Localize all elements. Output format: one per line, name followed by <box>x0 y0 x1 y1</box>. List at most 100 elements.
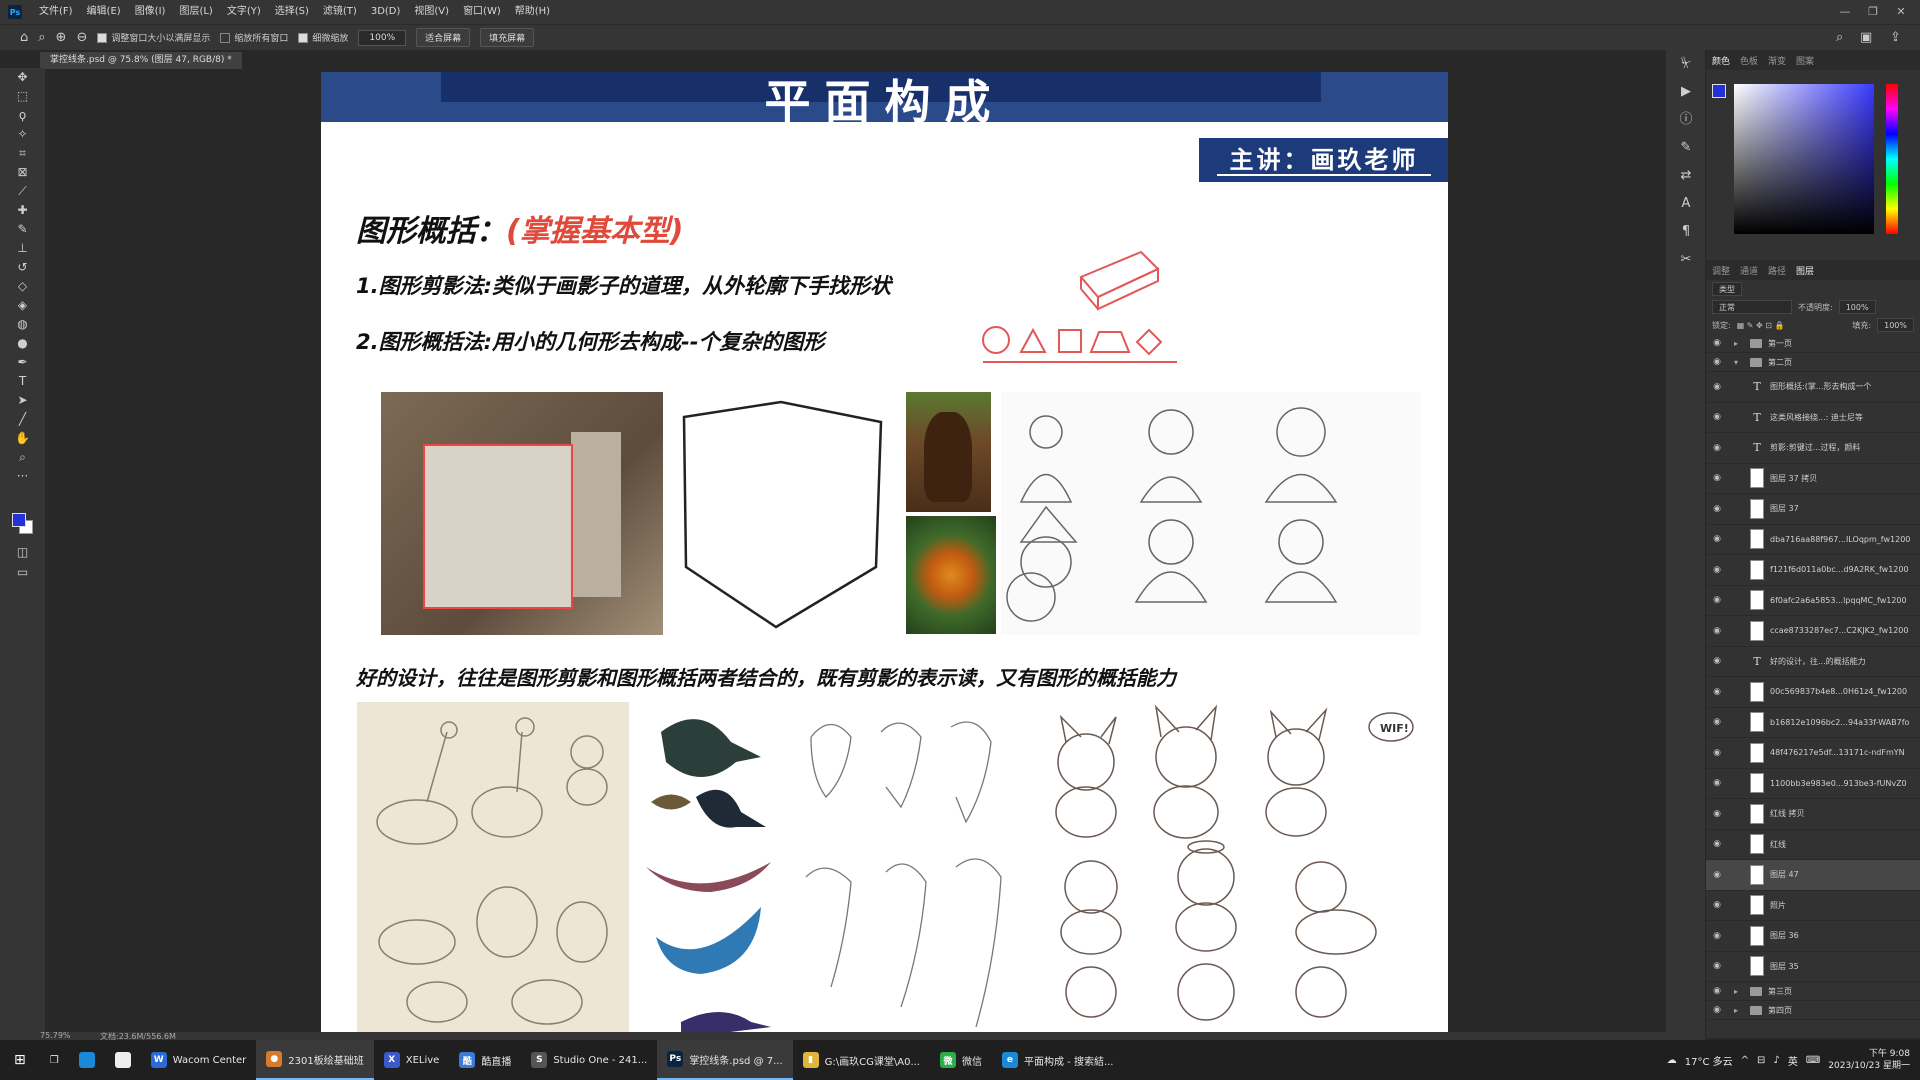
character-icon[interactable]: A <box>1666 190 1706 218</box>
info-icon[interactable]: ⓘ <box>1666 106 1706 134</box>
taskbar-app[interactable]: S Studio One - 241... <box>521 1040 657 1080</box>
visibility-eye-icon[interactable]: ◉ <box>1706 717 1728 727</box>
adjustments-icon[interactable]: ⇄ <box>1666 162 1706 190</box>
layer-row[interactable]: ◉ 图层 47 <box>1706 860 1920 891</box>
visibility-eye-icon[interactable]: ◉ <box>1706 595 1728 605</box>
zoom-in-icon[interactable]: ⊕ <box>56 30 67 45</box>
color-picker-field[interactable] <box>1734 84 1874 234</box>
frame-tool-icon[interactable]: ⊠ <box>0 163 45 182</box>
tab-channels[interactable]: 通道 <box>1740 264 1758 277</box>
visibility-eye-icon[interactable]: ◉ <box>1706 809 1728 819</box>
taskbar-app[interactable]: 酷酷直播 <box>449 1040 521 1080</box>
tab-paths[interactable]: 路径 <box>1768 264 1786 277</box>
layer-row[interactable]: ◉ 6f0afc2a6a5853...lpqqMC_fw1200 <box>1706 586 1920 616</box>
tab-patterns[interactable]: 图案 <box>1796 54 1814 67</box>
group-expand-icon[interactable]: ▾ <box>1734 358 1744 367</box>
layer-row[interactable]: ◉ 图层 37 <box>1706 494 1920 525</box>
type-tool-icon[interactable]: T <box>0 372 45 391</box>
move-tool-icon[interactable]: ✥ <box>0 68 45 87</box>
clock[interactable]: 下午 9:08 2023/10/23 星期一 <box>1828 1048 1910 1072</box>
layer-group-row[interactable]: ◉ ▸ 第一页 <box>1706 334 1920 353</box>
close-icon[interactable]: ✕ <box>1886 0 1916 24</box>
layer-group-row[interactable]: ◉ ▾ 第二页 <box>1706 353 1920 372</box>
visibility-eye-icon[interactable]: ◉ <box>1706 687 1728 697</box>
layer-row[interactable]: ◉ 图层 37 拷贝 <box>1706 464 1920 494</box>
canvas-area[interactable]: 平面构成 主讲：画玖老师 图形概括：(掌握基本型) 1.图形剪影法:类似于画影子… <box>45 70 1665 1038</box>
taskbar-app[interactable]: X XELive <box>374 1040 450 1080</box>
share-icon[interactable]: ⇪ <box>1890 30 1901 45</box>
paint-bucket-tool-icon[interactable]: ◈ <box>0 296 45 315</box>
tab-layers[interactable]: 图层 <box>1796 264 1814 277</box>
visibility-eye-icon[interactable]: ◉ <box>1706 839 1728 849</box>
menu-image[interactable]: 图像(I) <box>128 0 173 24</box>
layer-row[interactable]: ◉ T 好的设计，往...的概括能力 <box>1706 647 1920 677</box>
visibility-eye-icon[interactable]: ◉ <box>1706 565 1728 575</box>
taskbar-app[interactable]: W Wacom Center <box>141 1040 257 1080</box>
tools-preset-icon[interactable]: ✂ <box>1666 246 1706 274</box>
scrubby-zoom-checkbox[interactable] <box>298 32 309 43</box>
visibility-eye-icon[interactable]: ◉ <box>1706 900 1728 910</box>
blur-tool-icon[interactable]: ◍ <box>0 315 45 334</box>
lock-icons[interactable]: ▦ ✎ ✥ ⊡ 🔒 <box>1737 321 1847 330</box>
restore-icon[interactable]: ❐ <box>1858 0 1888 24</box>
stamp-tool-icon[interactable]: ⊥ <box>0 239 45 258</box>
menu-filter[interactable]: 滤镜(T) <box>316 0 364 24</box>
layer-row[interactable]: ◉ 1100bb3e983e0...913be3-fUNvZ0 <box>1706 769 1920 799</box>
visibility-eye-icon[interactable]: ◉ <box>1706 1005 1728 1015</box>
home-icon[interactable]: ⌂ <box>20 30 28 45</box>
fit-screen-button[interactable]: 适合屏幕 <box>416 28 471 47</box>
layer-row[interactable]: ◉ 照片 <box>1706 891 1920 921</box>
search-icon[interactable]: ⌕ <box>1836 30 1843 45</box>
menu-select[interactable]: 选择(S) <box>268 0 316 24</box>
task-view-button[interactable]: ❐ <box>40 1040 69 1080</box>
tab-gradients[interactable]: 渐变 <box>1768 54 1786 67</box>
menu-edit[interactable]: 编辑(E) <box>80 0 128 24</box>
visibility-eye-icon[interactable]: ◉ <box>1706 748 1728 758</box>
zoom-all-checkbox[interactable] <box>220 32 231 43</box>
visibility-eye-icon[interactable]: ◉ <box>1706 443 1728 453</box>
taskbar-app[interactable]: Ps 掌控线条.psd @ 7... <box>657 1040 793 1080</box>
visibility-eye-icon[interactable]: ◉ <box>1706 504 1728 514</box>
visibility-eye-icon[interactable]: ◉ <box>1706 626 1728 636</box>
visibility-eye-icon[interactable]: ◉ <box>1706 961 1728 971</box>
resize-windows-option[interactable]: 调整窗口大小以满屏显示 <box>97 31 210 44</box>
line-tool-icon[interactable]: ╱ <box>0 410 45 429</box>
layer-row[interactable]: ◉ T 图形概括:(掌...形去构成一个 <box>1706 372 1920 403</box>
layer-row[interactable]: ◉ ccae8733287ec7...C2KJK2_fw1200 <box>1706 616 1920 647</box>
menu-3d[interactable]: 3D(D) <box>364 0 408 24</box>
visibility-eye-icon[interactable]: ◉ <box>1706 338 1728 348</box>
zoom-all-option[interactable]: 缩放所有窗口 <box>220 31 288 44</box>
zoom-out-icon[interactable]: ⊖ <box>76 30 87 45</box>
layer-row[interactable]: ◉ 图层 35 <box>1706 952 1920 982</box>
menu-type[interactable]: 文字(Y) <box>220 0 268 24</box>
scrubby-zoom-option[interactable]: 细微缩放 <box>298 31 348 44</box>
resize-windows-checkbox[interactable] <box>97 32 108 43</box>
zoom-tool-sidebar-icon[interactable]: ⌕ <box>0 448 45 467</box>
visibility-eye-icon[interactable]: ◉ <box>1706 534 1728 544</box>
dodge-tool-icon[interactable]: ● <box>0 334 45 353</box>
layer-row[interactable]: ◉ 48f476217e5df...13171c-ndFmYN <box>1706 738 1920 769</box>
visibility-eye-icon[interactable]: ◉ <box>1706 931 1728 941</box>
taskbar-app[interactable]: 微微信 <box>930 1040 992 1080</box>
menu-window[interactable]: 窗口(W) <box>456 0 508 24</box>
tab-adjustments[interactable]: 调整 <box>1712 264 1730 277</box>
history-brush-tool-icon[interactable]: ↺ <box>0 258 45 277</box>
visibility-eye-icon[interactable]: ◉ <box>1706 870 1728 880</box>
history-icon[interactable]: ⏧ <box>1666 50 1706 78</box>
taskbar-app[interactable]: e 平面构成 - 搜索結... <box>992 1040 1124 1080</box>
more-tools-icon[interactable]: ··· <box>0 467 45 486</box>
layer-filter-select[interactable]: 类型 <box>1712 282 1742 296</box>
fill-field[interactable]: 100% <box>1877 318 1914 332</box>
paragraph-icon[interactable]: ¶ <box>1666 218 1706 246</box>
layer-row[interactable]: ◉ b16812e1096bc2...94a33f-WAB7fo <box>1706 708 1920 738</box>
hue-slider[interactable] <box>1886 84 1898 234</box>
group-expand-icon[interactable]: ▸ <box>1734 987 1744 996</box>
layer-row[interactable]: ◉ 红线 拷贝 <box>1706 799 1920 830</box>
menu-view[interactable]: 视图(V) <box>407 0 456 24</box>
minimize-icon[interactable]: — <box>1830 0 1860 24</box>
brush-tool-icon[interactable]: ✎ <box>0 220 45 239</box>
visibility-eye-icon[interactable]: ◉ <box>1706 412 1728 422</box>
eraser-tool-icon[interactable]: ◇ <box>0 277 45 296</box>
menu-help[interactable]: 帮助(H) <box>508 0 557 24</box>
tab-color[interactable]: 颜色 <box>1712 54 1730 67</box>
